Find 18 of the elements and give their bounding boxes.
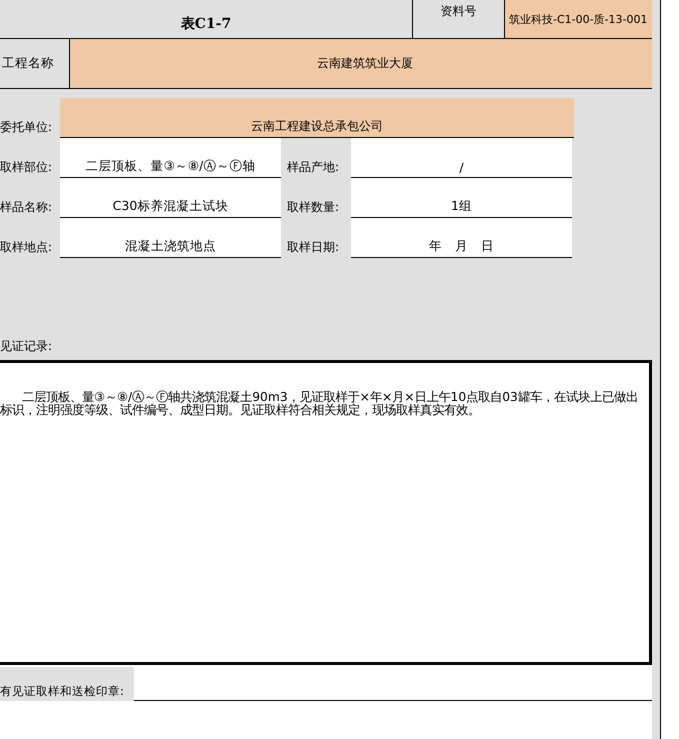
form-number: 表C1-7	[180, 15, 232, 33]
field-value: 二层顶板、量③～⑧/Ⓐ～Ⓕ轴	[60, 138, 281, 178]
field-label: 样品名称:	[0, 199, 54, 216]
field-value: 云南工程建设总承包公司	[60, 98, 574, 138]
field-value: 混凝土浇筑地点	[60, 218, 281, 258]
field-label: 取样地点:	[0, 239, 54, 256]
field-label: 取样数量:	[286, 199, 340, 216]
field-label: 取样日期:	[286, 239, 340, 256]
field-value: 1组	[351, 178, 572, 218]
seal-label: 有见证取样和送检印章:	[0, 667, 134, 701]
field-label: 委托单位:	[0, 119, 54, 136]
record-label: 见证记录:	[0, 338, 54, 355]
field-value: 年 月 日	[351, 218, 572, 258]
field-value: C30标养混凝土试块	[60, 178, 281, 218]
field-label: 取样部位:	[0, 159, 54, 176]
field-label: 样品产地:	[286, 159, 340, 176]
record-text: 二层顶板、量③～⑧/Ⓐ～Ⓕ轴共浇筑混凝土90m3，见证取样于×年×月×日上午10点取自03罐车，在试块上已做出标识，注明强度等级、试件编号、成型日期。见证取样符合相关规定，现场取样真实有效。	[0, 391, 639, 417]
field-value: /	[351, 138, 572, 178]
